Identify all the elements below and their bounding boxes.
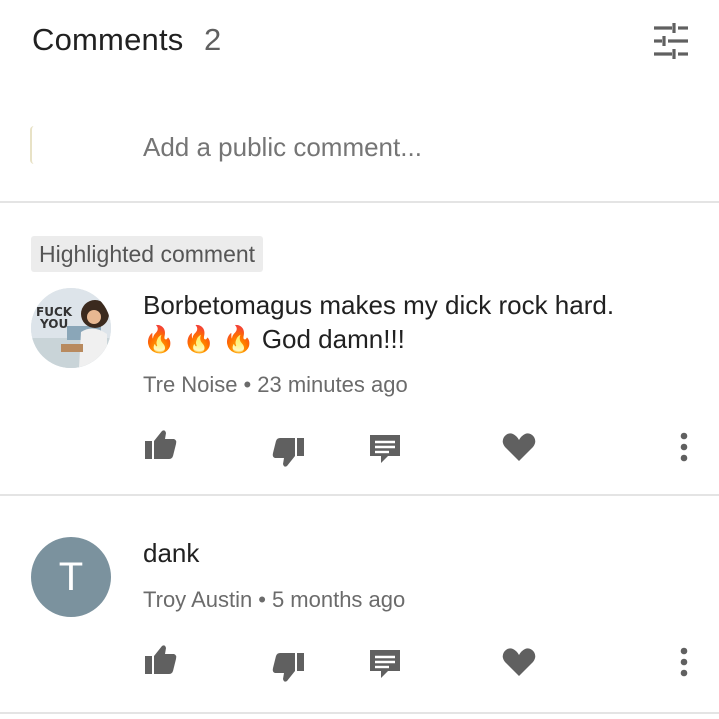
highlighted-comment-badge: Highlighted comment <box>31 236 264 272</box>
comment-text-line1: Borbetomagus makes my dick rock hard. <box>143 290 615 320</box>
comments-count: 2 <box>204 22 222 57</box>
comment-author[interactable]: Troy Austin <box>143 587 252 612</box>
heart-icon[interactable] <box>499 427 539 467</box>
fire-emojis: 🔥 🔥 🔥 <box>143 324 255 354</box>
divider <box>0 712 719 714</box>
comment-text-line2-text: God damn!!! <box>261 324 405 354</box>
more-vert-icon[interactable] <box>664 642 704 682</box>
comment-meta: Tre Noise • 23 minutes ago <box>143 372 408 398</box>
heart-icon[interactable] <box>499 642 539 682</box>
sort-icon[interactable] <box>650 20 692 62</box>
thumbs-down-icon[interactable] <box>268 647 308 687</box>
comments-header: Comments 2 <box>0 0 719 84</box>
comment-text-line2: 🔥 🔥 🔥 God damn!!! <box>143 322 614 356</box>
avatar-text-line2: YOU <box>39 317 68 331</box>
meta-separator: • <box>258 587 266 612</box>
comment-avatar[interactable]: FUCK YOU <box>31 288 111 368</box>
comment-text: Borbetomagus makes my dick rock hard. 🔥 … <box>143 288 614 356</box>
add-comment-input[interactable] <box>143 128 683 166</box>
comment-author[interactable]: Tre Noise <box>143 372 238 397</box>
comment-avatar[interactable]: T <box>31 537 111 617</box>
meta-separator: • <box>243 372 252 397</box>
reply-icon[interactable] <box>365 644 405 684</box>
comment-time[interactable]: 23 minutes ago <box>257 372 407 397</box>
divider <box>0 494 719 496</box>
reply-icon[interactable] <box>365 429 405 469</box>
comments-title: Comments <box>32 22 184 57</box>
divider <box>0 201 719 203</box>
comment-text: dank <box>143 538 200 568</box>
comment-time[interactable]: 5 months ago <box>272 587 405 612</box>
thumbs-up-icon[interactable] <box>141 425 181 465</box>
thumbs-down-icon[interactable] <box>268 432 308 472</box>
more-vert-icon[interactable] <box>664 427 704 467</box>
user-avatar <box>30 126 34 164</box>
comment-meta: Troy Austin • 5 months ago <box>143 587 405 613</box>
thumbs-up-icon[interactable] <box>141 640 181 680</box>
